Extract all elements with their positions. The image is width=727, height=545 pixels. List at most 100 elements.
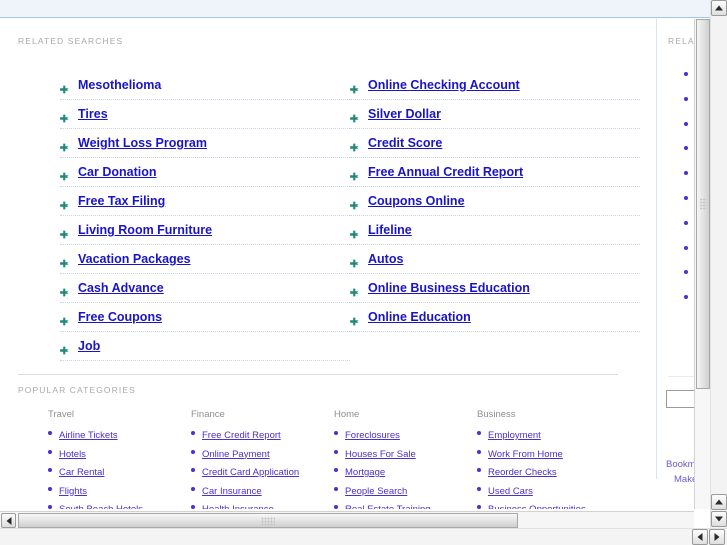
- related-search-item[interactable]: Credit Score: [350, 129, 640, 158]
- inner-scroll-left-button[interactable]: [1, 513, 16, 528]
- popular-category-link[interactable]: Foreclosures: [345, 430, 400, 441]
- related-search-item[interactable]: Vacation Packages: [60, 245, 350, 274]
- window-scroll-left-button[interactable]: [692, 529, 708, 545]
- window-scroll-right-button[interactable]: [709, 529, 725, 545]
- window-vertical-scrollbar[interactable]: [710, 0, 727, 528]
- related-search-item[interactable]: Weight Loss Program: [60, 129, 350, 158]
- window-horizontal-scrollbar[interactable]: [0, 528, 727, 545]
- related-search-link[interactable]: Mesothelioma: [78, 78, 161, 92]
- inner-vertical-scrollbar[interactable]: [694, 19, 710, 509]
- inner-vertical-scrollbar-thumb[interactable]: [696, 19, 710, 389]
- list-item[interactable]: Real Estate Training: [334, 502, 477, 509]
- popular-category-link[interactable]: Used Cars: [488, 486, 533, 497]
- popular-category-link[interactable]: Flights: [59, 486, 87, 497]
- popular-category-column: Travel Airline Tickets Hotels Car Rental Fli…: [48, 409, 191, 509]
- triangle-down-icon: [715, 516, 723, 522]
- related-search-item[interactable]: Autos: [350, 245, 640, 274]
- related-search-link[interactable]: Autos: [368, 252, 403, 266]
- related-search-item[interactable]: Silver Dollar: [350, 100, 640, 129]
- related-search-item[interactable]: Online Business Education: [350, 274, 640, 303]
- list-item[interactable]: South Beach Hotels: [48, 502, 191, 509]
- list-item[interactable]: Reorder Checks: [477, 465, 620, 478]
- related-search-link[interactable]: Free Tax Filing: [78, 194, 165, 208]
- inner-horizontal-scrollbar[interactable]: [0, 511, 694, 528]
- list-item[interactable]: Mortgage: [334, 465, 477, 478]
- list-item[interactable]: Houses For Sale: [334, 447, 477, 460]
- related-search-link[interactable]: Cash Advance: [78, 281, 164, 295]
- related-search-link[interactable]: Lifeline: [368, 223, 412, 237]
- popular-category-link[interactable]: Work From Home: [488, 449, 563, 460]
- related-search-item[interactable]: Free Tax Filing: [60, 187, 350, 216]
- list-item[interactable]: Flights: [48, 484, 191, 497]
- related-search-link[interactable]: Silver Dollar: [368, 107, 441, 121]
- list-item[interactable]: Work From Home: [477, 447, 620, 460]
- related-search-link[interactable]: Job: [78, 339, 100, 353]
- popular-category-link[interactable]: People Search: [345, 486, 407, 497]
- window-scroll-up-button-bottom[interactable]: [711, 494, 727, 510]
- list-item[interactable]: Car Rental: [48, 465, 191, 478]
- related-search-item[interactable]: Lifeline: [350, 216, 640, 245]
- list-item[interactable]: Online Payment: [191, 447, 334, 460]
- related-search-link[interactable]: Living Room Furniture: [78, 223, 212, 237]
- related-search-link[interactable]: Free Coupons: [78, 310, 162, 324]
- popular-category-link[interactable]: Houses For Sale: [345, 449, 416, 460]
- list-item[interactable]: Employment: [477, 428, 620, 441]
- popular-category-link[interactable]: Car Insurance: [202, 486, 262, 497]
- list-item[interactable]: Business Opportunities: [477, 502, 620, 509]
- related-search-link[interactable]: Credit Score: [368, 136, 442, 150]
- related-search-item[interactable]: Mesothelioma: [60, 71, 350, 100]
- plus-arrow-icon: [60, 139, 69, 152]
- grip-dots-icon: [699, 198, 707, 210]
- popular-category-link[interactable]: South Beach Hotels: [59, 504, 143, 509]
- related-search-item[interactable]: Free Coupons: [60, 303, 350, 332]
- popular-category-link[interactable]: Real Estate Training: [345, 504, 431, 509]
- popular-category-link[interactable]: Mortgage: [345, 467, 385, 478]
- popular-category-link[interactable]: Online Payment: [202, 449, 270, 460]
- related-search-link[interactable]: Online Education: [368, 310, 471, 324]
- related-search-item[interactable]: Online Education: [350, 303, 640, 332]
- related-search-link[interactable]: Tires: [78, 107, 108, 121]
- related-search-item[interactable]: Job: [60, 332, 350, 361]
- list-item[interactable]: Car Insurance: [191, 484, 334, 497]
- popular-category-link[interactable]: Employment: [488, 430, 541, 441]
- round-dot-icon: [684, 245, 688, 250]
- window-scroll-up-button[interactable]: [711, 0, 727, 16]
- list-item[interactable]: Credit Card Application: [191, 465, 334, 478]
- related-search-link[interactable]: Online Business Education: [368, 281, 530, 295]
- popular-category-link[interactable]: Car Rental: [59, 467, 104, 478]
- popular-category-link[interactable]: Free Credit Report: [202, 430, 281, 441]
- window-scroll-down-button[interactable]: [711, 511, 727, 527]
- related-search-link[interactable]: Free Annual Credit Report: [368, 165, 523, 179]
- related-search-item[interactable]: Car Donation: [60, 158, 350, 187]
- related-search-item[interactable]: Free Annual Credit Report: [350, 158, 640, 187]
- list-item[interactable]: People Search: [334, 484, 477, 497]
- popular-category-list: Foreclosures Houses For Sale Mortgage Peopl…: [334, 428, 477, 509]
- related-search-link[interactable]: Vacation Packages: [78, 252, 191, 266]
- list-item[interactable]: Used Cars: [477, 484, 620, 497]
- popular-category-link[interactable]: Reorder Checks: [488, 467, 557, 478]
- related-search-item[interactable]: Cash Advance: [60, 274, 350, 303]
- list-item[interactable]: Free Credit Report: [191, 428, 334, 441]
- related-search-link[interactable]: Online Checking Account: [368, 78, 520, 92]
- related-search-item[interactable]: Online Checking Account: [350, 71, 640, 100]
- related-search-link[interactable]: Coupons Online: [368, 194, 465, 208]
- popular-category-link[interactable]: Business Opportunities: [488, 504, 586, 509]
- related-search-link[interactable]: Car Donation: [78, 165, 156, 179]
- list-item[interactable]: Health Insurance: [191, 502, 334, 509]
- related-searches-left-column: Mesothelioma Tires Weight Loss Program Car …: [60, 71, 350, 361]
- plus-arrow-icon: [350, 313, 359, 326]
- popular-category-link[interactable]: Hotels: [59, 449, 86, 460]
- list-item[interactable]: Foreclosures: [334, 428, 477, 441]
- round-dot-icon: [334, 431, 338, 435]
- list-item[interactable]: Hotels: [48, 447, 191, 460]
- related-search-item[interactable]: Living Room Furniture: [60, 216, 350, 245]
- related-search-link[interactable]: Weight Loss Program: [78, 136, 207, 150]
- popular-category-link[interactable]: Health Insurance: [202, 504, 274, 509]
- popular-category-link[interactable]: Airline Tickets: [59, 430, 118, 441]
- list-item[interactable]: Airline Tickets: [48, 428, 191, 441]
- related-search-item[interactable]: Coupons Online: [350, 187, 640, 216]
- related-search-item[interactable]: Tires: [60, 100, 350, 129]
- plus-arrow-icon: [60, 197, 69, 210]
- inner-horizontal-scrollbar-thumb[interactable]: [18, 513, 518, 528]
- popular-category-link[interactable]: Credit Card Application: [202, 467, 299, 478]
